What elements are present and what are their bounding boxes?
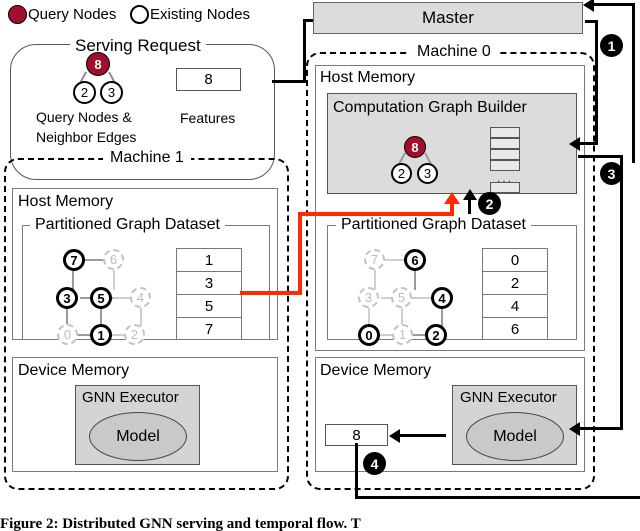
m1-node-5: 5 [90, 287, 112, 309]
arrow3-top-horizontal [578, 155, 623, 158]
legend-existing-nodes-label: Existing Nodes [150, 6, 251, 23]
machine-0-dataset-title: Partitioned Graph Dataset [336, 217, 531, 233]
m0-edge-6-4 [414, 268, 416, 290]
table-row: 0 [483, 249, 547, 272]
request-graph-caption-line1: Query Nodes & [36, 109, 132, 125]
arrow2-red-vertical [298, 212, 302, 295]
table-row: 7 [204, 320, 214, 338]
m0-node-4: 4 [431, 287, 453, 309]
table-row: 6 [510, 320, 520, 338]
builder-stack-row [490, 160, 520, 171]
m1-node-7: 7 [63, 249, 85, 271]
arrow-model-to-result-head [389, 429, 400, 443]
master-node[interactable]: Master [313, 2, 583, 34]
arrow2-red-stub-up [450, 203, 454, 216]
request-features-box: 8 [176, 68, 241, 91]
m0-node-3: 3 [358, 287, 379, 308]
request-query-node-8: 8 [86, 52, 110, 76]
arrow-model-to-result-line [398, 434, 446, 437]
m0-node-6: 6 [404, 249, 426, 271]
arrow1-from-master-stub [585, 20, 598, 23]
m0-node-0: 0 [358, 324, 380, 346]
computation-graph-builder-title: Computation Graph Builder [333, 99, 527, 116]
m0-node-1: 1 [392, 324, 413, 345]
machine-0-title: Machine 0 [410, 44, 498, 60]
m1-edge-7-3 [72, 268, 74, 290]
builder-neighbor-node-3: 3 [417, 163, 438, 184]
builder-stack-row [490, 127, 520, 138]
arrow4-vertical-down [355, 443, 358, 499]
arrow2-red-head [444, 192, 460, 204]
builder-neighbor-node-2: 2 [391, 163, 412, 184]
figure-root: Query Nodes Existing Nodes Serving Reque… [0, 0, 640, 531]
arrow1-vertical-inner [595, 20, 598, 145]
legend-query-node-icon [8, 5, 27, 24]
arrow3-head-into-executor [569, 422, 580, 436]
m1-node-0: 0 [57, 324, 78, 345]
request-neighbor-node-2: 2 [73, 81, 96, 104]
table-row: 1 [177, 249, 241, 272]
request-features-label: Features [180, 110, 236, 126]
arrow3-vertical [620, 155, 623, 430]
request-graph-caption-line2: Neighbor Edges [36, 129, 137, 145]
m1-node-2: 2 [124, 324, 145, 345]
builder-stack-row [490, 138, 520, 149]
m1-node-6: 6 [103, 249, 124, 270]
machine-1-dataset-title: Partitioned Graph Dataset [30, 217, 225, 233]
m1-node-3: 3 [56, 287, 78, 309]
legend-query-nodes-label: Query Nodes [28, 6, 117, 23]
table-row: 4 [483, 295, 547, 318]
legend-existing-node-icon [130, 5, 149, 24]
machine-0-id-table: 0 2 4 6 [482, 248, 548, 340]
arrow2-black-stub [468, 198, 471, 214]
step-4-badge: 4 [363, 452, 386, 475]
m1-node-1: 1 [90, 324, 112, 346]
arrow2-red-horizontal-low [240, 291, 302, 295]
arrow4-horizontal [355, 496, 640, 499]
m0-node-7: 7 [364, 249, 385, 270]
machine-1-gnn-executor-title: GNN Executor [82, 389, 179, 406]
machine-0-model: Model [466, 412, 564, 461]
m1-edge-4-2 [140, 306, 142, 327]
step-3-badge: 3 [600, 162, 623, 185]
serving-request-title: Serving Request [70, 37, 206, 54]
builder-stack-row [490, 149, 520, 160]
builder-query-node-8: 8 [404, 136, 426, 158]
arrow2-black-head [463, 189, 477, 200]
machine-1-device-memory-label: Device Memory [18, 362, 130, 379]
m1-edge-6-4 [113, 268, 115, 290]
machine-1-id-table: 1 3 5 7 [176, 248, 242, 340]
arrow1-head-into-master [583, 0, 594, 12]
arrow1-vertical-outer [632, 3, 635, 163]
arrow1-into-builder-horizontal [578, 142, 598, 145]
m0-edge-7-3 [374, 268, 376, 290]
builder-stack-row-last [490, 182, 520, 193]
machine-0-gnn-executor-title: GNN Executor [460, 389, 557, 406]
machine-0-device-memory-label: Device Memory [320, 362, 432, 379]
machine-0-host-memory-label: Host Memory [320, 69, 416, 86]
arrow1-top-horizontal [592, 3, 635, 6]
table-row: 2 [483, 272, 547, 295]
arrow2-red-horizontal-high [298, 212, 454, 216]
machine-1-title: Machine 1 [103, 150, 191, 166]
builder-feature-stack: ... [490, 127, 520, 193]
step-2-badge: 2 [478, 192, 501, 215]
request-neighbor-node-3: 3 [100, 81, 123, 104]
arrow3-bottom-horizontal [578, 427, 623, 430]
arrow1-head-into-builder [569, 137, 580, 151]
figure-caption: Figure 2: Distributed GNN serving and te… [0, 516, 361, 531]
m1-node-4: 4 [130, 287, 151, 308]
m0-node-2: 2 [425, 324, 447, 346]
machine-1-model: Model [89, 412, 187, 461]
arrow-request-to-master-h1 [272, 80, 306, 83]
m0-edge-4-2 [441, 306, 443, 327]
table-row: 5 [177, 295, 241, 318]
machine-1-host-memory-label: Host Memory [18, 193, 114, 210]
m0-node-5: 5 [391, 287, 412, 308]
step-1-badge: 1 [600, 34, 623, 57]
table-row: 3 [177, 272, 241, 295]
master-label: Master [422, 8, 474, 27]
